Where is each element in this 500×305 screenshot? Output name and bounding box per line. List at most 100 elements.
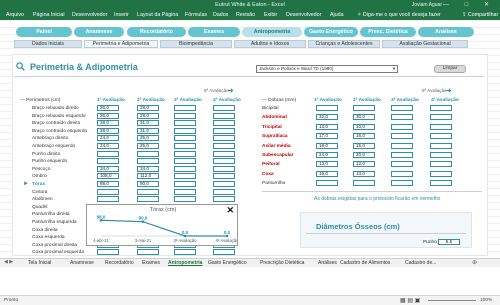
perimetro-input[interactable]: 24,0: [97, 135, 119, 142]
ribbon-tab[interactable]: Fórmulas: [185, 12, 207, 18]
perimetro-input[interactable]: [174, 150, 196, 157]
perimetro-input[interactable]: [174, 105, 196, 111]
perimetro-input[interactable]: [174, 143, 196, 149]
perimetro-input[interactable]: [137, 249, 159, 256]
perimetro-input[interactable]: [213, 127, 235, 134]
subtab-gestacional[interactable]: Avaliação Gestacional: [382, 40, 468, 48]
dobra-input[interactable]: [316, 105, 338, 111]
perimetro-input[interactable]: 31,0: [137, 127, 159, 134]
dobra-input[interactable]: [316, 180, 338, 187]
dobra-input[interactable]: 17,0: [316, 133, 338, 140]
ribbon-tab[interactable]: Inserir: [114, 12, 129, 18]
dobra-input[interactable]: [353, 105, 375, 111]
perimetro-input[interactable]: 108,0: [97, 173, 119, 180]
dobra-input[interactable]: 16,0: [353, 133, 375, 140]
clear-button[interactable]: Limpar: [434, 65, 466, 73]
perimetro-input[interactable]: [213, 112, 235, 119]
subtab-bioimpedancia[interactable]: Bioimpedância: [160, 40, 232, 48]
perimetro-input[interactable]: [97, 150, 119, 157]
dobra-input[interactable]: [391, 123, 413, 130]
nav-tab-analises[interactable]: Análises: [418, 27, 474, 37]
dobra-input[interactable]: [391, 142, 413, 149]
perimetro-input[interactable]: [174, 173, 196, 180]
perimetro-input[interactable]: 26,0: [97, 105, 119, 111]
perimetro-input[interactable]: [213, 181, 235, 187]
dobra-input[interactable]: 30,0: [353, 114, 375, 121]
perimetro-input[interactable]: [97, 249, 119, 256]
dobra-input[interactable]: 12,0: [353, 161, 375, 168]
dobra-input[interactable]: [430, 152, 452, 158]
zoom-slider[interactable]: [428, 300, 476, 301]
perimetro-input[interactable]: 28,0: [137, 112, 159, 119]
perimetro-input[interactable]: [174, 112, 196, 119]
dobra-input[interactable]: [391, 133, 413, 140]
perimetro-input[interactable]: 25,0: [137, 143, 159, 149]
dobra-input[interactable]: [391, 170, 413, 177]
perimetro-input[interactable]: [137, 158, 159, 165]
dobra-input[interactable]: [391, 161, 413, 168]
dobra-input[interactable]: [353, 180, 375, 187]
dobra-input[interactable]: [391, 114, 413, 121]
perimetro-input[interactable]: 31,0: [137, 120, 159, 127]
perimetro-input[interactable]: [137, 188, 159, 195]
dobra-input[interactable]: [430, 142, 452, 149]
nav-tab-presc-dietetica[interactable]: Presc. Dietética: [360, 27, 416, 37]
add-eval-icon[interactable]: ➜: [227, 86, 234, 95]
protocol-select[interactable]: Jackson e Pollock e Ward 7D (1980) ▼: [256, 65, 398, 73]
zoom-level[interactable]: 100%: [480, 298, 492, 303]
subtab-adultos-idosos[interactable]: Adultos e Idosos: [234, 40, 306, 48]
ribbon-tab[interactable]: Página Inicial: [33, 12, 65, 18]
subtab-perimetria[interactable]: Perimetria e Adipometria: [84, 40, 158, 48]
perimetro-input[interactable]: [213, 143, 235, 149]
perimetro-input[interactable]: [213, 135, 235, 142]
perimetro-input[interactable]: 80,0: [137, 181, 159, 187]
dobra-input[interactable]: 15,0: [353, 142, 375, 149]
dobra-input[interactable]: 10,0: [353, 123, 375, 130]
dobra-input[interactable]: [430, 180, 452, 187]
perimetro-input[interactable]: [174, 135, 196, 142]
dobra-input[interactable]: 20,0: [353, 152, 375, 158]
sheet-tab[interactable]: Antropometria: [168, 260, 202, 266]
perimetro-input[interactable]: 25,0: [137, 135, 159, 142]
dobra-input[interactable]: [430, 170, 452, 177]
nav-tab-recordatorio[interactable]: Recordatório: [127, 27, 186, 37]
nav-tab-gasto-energetico[interactable]: Gasto Energético: [304, 27, 358, 37]
dobra-input[interactable]: 32,0: [316, 114, 338, 121]
perimetro-input[interactable]: [97, 188, 119, 195]
nav-tab-antropometria[interactable]: Antropometria: [242, 27, 302, 37]
perimetro-input[interactable]: [213, 188, 235, 195]
sheet-tab[interactable]: Tela Inicial: [28, 260, 51, 266]
perimetro-input[interactable]: [174, 127, 196, 134]
nav-tab-painel[interactable]: Painel: [16, 27, 72, 37]
perimetro-input[interactable]: 34,0: [97, 165, 119, 172]
dobra-input[interactable]: [391, 152, 413, 158]
perimetro-input[interactable]: [174, 188, 196, 195]
view-icons[interactable]: ▦ ▤ ▣: [400, 297, 420, 304]
perimetro-input[interactable]: [213, 165, 235, 172]
perimetro-input[interactable]: 28,0: [97, 120, 119, 127]
perimetro-input[interactable]: [213, 249, 235, 256]
ribbon-tab[interactable]: Exibir: [264, 12, 277, 18]
sheet-nav-arrows[interactable]: ◀ ▶: [4, 259, 13, 265]
ribbon-tab[interactable]: Arquivo: [6, 12, 24, 18]
ribbon-tab[interactable]: Dados: [213, 12, 228, 18]
share-button[interactable]: ⇪ Compartilhar: [462, 12, 498, 18]
dobra-input[interactable]: [391, 105, 413, 111]
perimetro-input[interactable]: [213, 105, 235, 111]
dobra-input[interactable]: 18,0: [316, 142, 338, 149]
nav-tab-exames[interactable]: Exames: [188, 27, 240, 37]
add-eval-icon[interactable]: ➜: [445, 86, 452, 95]
perimetro-input[interactable]: 34,0: [137, 165, 159, 172]
tell-me-search[interactable]: ✧ Diga-me o que você deseja fazer: [357, 12, 441, 18]
dobra-input[interactable]: 13,0: [316, 123, 338, 130]
dobra-input[interactable]: [430, 161, 452, 168]
sheet-tab[interactable]: Recordatório: [105, 260, 134, 266]
dobra-input[interactable]: [430, 123, 452, 130]
subtab-criancas[interactable]: Crianças e Adolescentes: [308, 40, 380, 48]
perimetro-input[interactable]: 24,0: [97, 143, 119, 149]
perimetro-input[interactable]: [174, 120, 196, 127]
perimetro-input[interactable]: 28,0: [137, 105, 159, 111]
perimetro-input[interactable]: [137, 196, 159, 203]
perimetro-input[interactable]: [213, 150, 235, 157]
ribbon-tab[interactable]: Desenvolvedor: [72, 12, 107, 18]
